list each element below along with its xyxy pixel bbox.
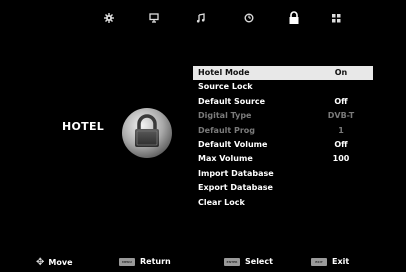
- exit-key-icon: EXIT: [311, 257, 327, 266]
- picture-gear-icon[interactable]: [95, 6, 123, 30]
- menu-item-value: Off: [334, 96, 348, 106]
- menu-item-default-prog: Default Prog 1: [193, 124, 373, 138]
- select-hint: ENTER Select: [224, 257, 273, 266]
- move-hint-label: Move: [48, 258, 73, 267]
- hotel-lock-emblem-icon: [121, 107, 173, 159]
- menu-item-label: Digital Type: [198, 111, 252, 121]
- menu-item-clear-lock[interactable]: Clear Lock: [193, 196, 373, 210]
- clock-icon[interactable]: [235, 6, 263, 30]
- menu-item-source-lock[interactable]: Source Lock: [193, 80, 373, 94]
- menu-item-value: Off: [334, 139, 348, 149]
- menu-item-value: DVB-T: [327, 111, 355, 121]
- menu-item-label: Import Database: [198, 168, 274, 178]
- exit-hint-label: Exit: [332, 257, 350, 266]
- hotel-menu-list: Hotel Mode On Source Lock Default Source…: [193, 66, 373, 210]
- enter-key-icon: ENTER: [224, 257, 240, 266]
- music-note-icon[interactable]: [187, 6, 215, 30]
- lock-icon[interactable]: [280, 6, 308, 30]
- menu-item-export-database[interactable]: Export Database: [193, 181, 373, 195]
- menu-item-import-database[interactable]: Import Database: [193, 167, 373, 181]
- menu-item-digital-type: Digital Type DVB-T: [193, 109, 373, 123]
- menu-item-label: Default Source: [198, 96, 266, 106]
- menu-key-icon: MENU: [119, 257, 135, 266]
- menu-item-default-source[interactable]: Default Source Off: [193, 95, 373, 109]
- tv-channel-icon[interactable]: [140, 6, 168, 30]
- menu-item-default-volume[interactable]: Default Volume Off: [193, 138, 373, 152]
- menu-item-label: Source Lock: [198, 82, 253, 92]
- return-hint-label: Return: [140, 257, 171, 266]
- menu-item-label: Default Volume: [198, 139, 268, 149]
- menu-item-value: 100: [332, 154, 350, 164]
- menu-item-max-volume[interactable]: Max Volume 100: [193, 152, 373, 166]
- menu-item-label: Hotel Mode: [198, 68, 250, 77]
- app-grid-icon[interactable]: [322, 6, 350, 30]
- menu-item-label: Export Database: [198, 183, 273, 193]
- key-hint-bar: ✥ Move MENU Return ENTER Select EXIT Exi…: [0, 253, 406, 272]
- move-hint: ✥ Move: [36, 257, 73, 268]
- return-hint: MENU Return: [119, 257, 171, 266]
- dpad-arrows-icon: ✥: [36, 257, 45, 268]
- menu-item-hotel-mode[interactable]: Hotel Mode On: [193, 66, 373, 81]
- menu-item-label: Clear Lock: [198, 197, 245, 207]
- menu-item-label: Max Volume: [198, 154, 253, 164]
- menu-item-label: Default Prog: [198, 125, 256, 135]
- menu-item-value: 1: [338, 125, 344, 135]
- select-hint-label: Select: [245, 257, 273, 266]
- hotel-settings-screen: HOTEL Hotel Mode On Source Lock Default …: [0, 0, 406, 272]
- category-title: HOTEL: [62, 120, 105, 133]
- menu-category-bar: [95, 6, 350, 30]
- menu-item-value: On: [334, 68, 348, 77]
- exit-hint: EXIT Exit: [311, 257, 349, 266]
